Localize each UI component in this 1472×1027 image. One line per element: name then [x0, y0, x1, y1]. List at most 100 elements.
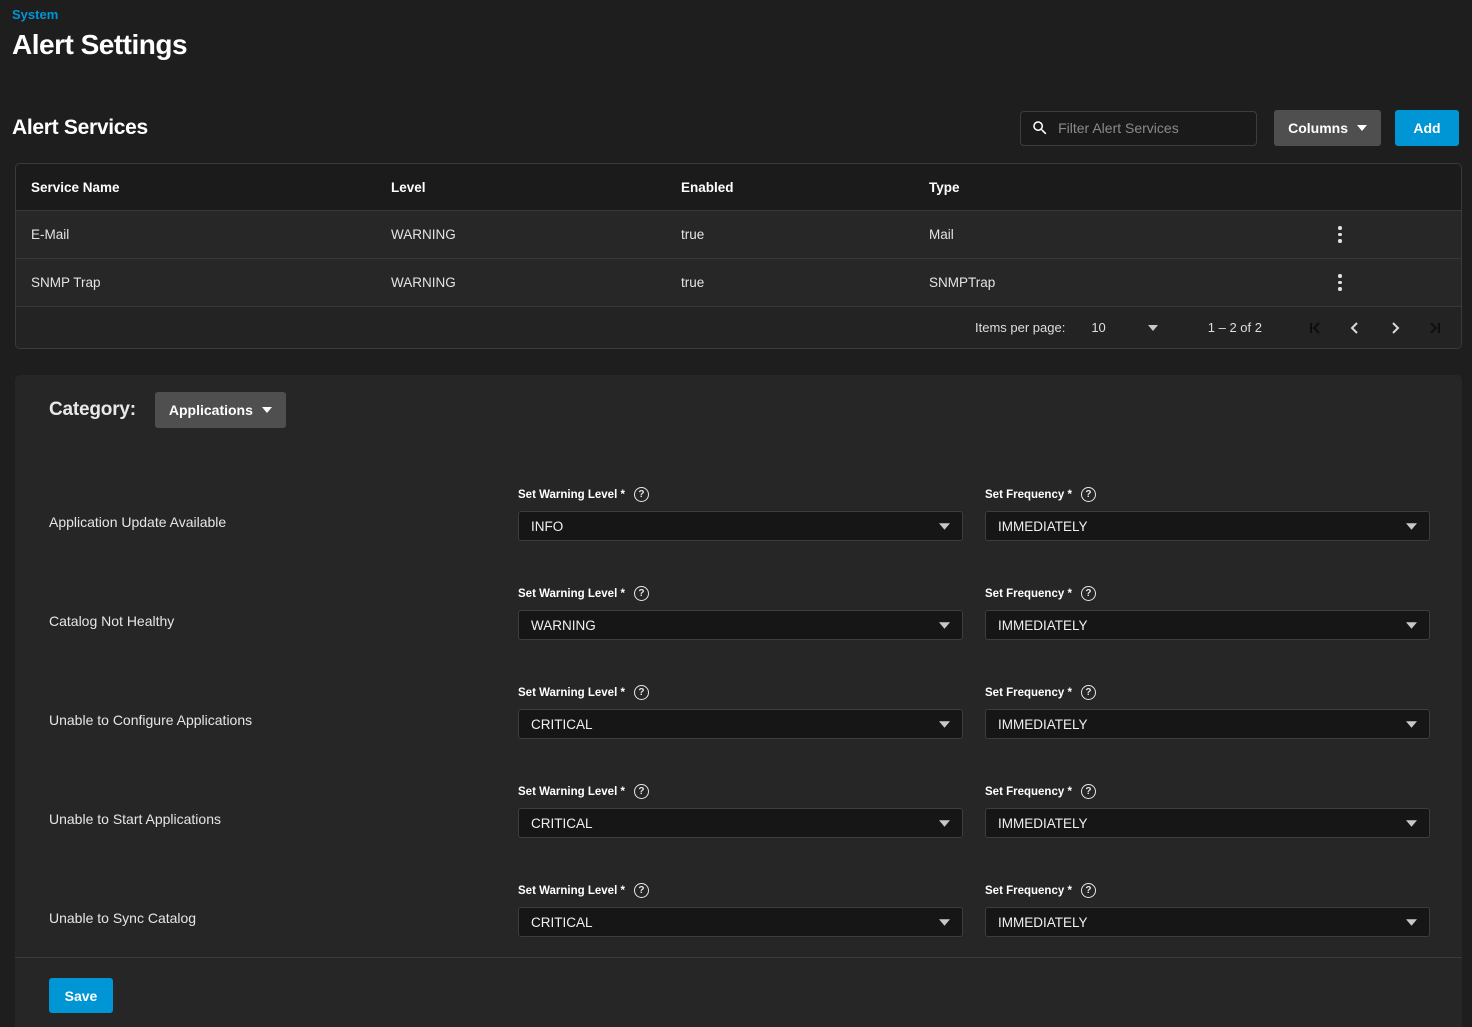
warning-level-value: INFO — [531, 519, 563, 534]
frequency-label: Set Frequency * — [985, 885, 1072, 897]
warning-level-select[interactable]: CRITICAL — [518, 709, 963, 739]
cell-enabled: true — [681, 275, 929, 290]
items-per-page-value[interactable]: 10 — [1091, 320, 1105, 335]
warning-level-value: CRITICAL — [531, 915, 593, 930]
help-icon[interactable]: ? — [1081, 487, 1096, 502]
warning-level-select[interactable]: INFO — [518, 511, 963, 541]
column-header-type[interactable]: Type — [929, 180, 1320, 195]
warning-level-value: WARNING — [531, 618, 596, 633]
page-header: System Alert Settings — [0, 0, 1472, 61]
column-header-level[interactable]: Level — [391, 180, 681, 195]
alert-name: Catalog Not Healthy — [49, 586, 518, 629]
chevron-down-icon — [1406, 721, 1417, 728]
warning-level-label: Set Warning Level * — [518, 786, 625, 798]
frequency-select[interactable]: IMMEDIATELY — [985, 907, 1430, 937]
cell-type: Mail — [929, 227, 1320, 242]
chevron-down-icon — [1406, 919, 1417, 926]
frequency-label: Set Frequency * — [985, 489, 1072, 501]
kebab-menu-icon[interactable] — [1328, 223, 1352, 247]
filter-alert-services-input[interactable] — [1058, 120, 1246, 136]
frequency-select[interactable]: IMMEDIATELY — [985, 709, 1430, 739]
chevron-down-icon — [1357, 125, 1367, 131]
column-header-enabled[interactable]: Enabled — [681, 180, 929, 195]
breadcrumb-system[interactable]: System — [12, 7, 58, 22]
table-header-row: Service Name Level Enabled Type — [16, 164, 1461, 211]
help-icon[interactable]: ? — [1081, 586, 1096, 601]
alert-services-heading: Alert Services — [12, 116, 1020, 140]
alert-name: Unable to Configure Applications — [49, 685, 518, 728]
alert-setting-row: Catalog Not Healthy Set Warning Level * … — [49, 586, 1430, 640]
frequency-label: Set Frequency * — [985, 786, 1072, 798]
alert-services-toolbar: Alert Services Columns Add — [12, 110, 1459, 146]
alert-setting-row: Unable to Configure Applications Set War… — [49, 685, 1430, 739]
help-icon[interactable]: ? — [1081, 883, 1096, 898]
frequency-label: Set Frequency * — [985, 588, 1072, 600]
alert-setting-row: Unable to Sync Catalog Set Warning Level… — [49, 883, 1430, 937]
chevron-down-icon — [1406, 622, 1417, 629]
chevron-down-icon — [939, 721, 950, 728]
help-icon[interactable]: ? — [634, 487, 649, 502]
warning-level-label: Set Warning Level * — [518, 489, 625, 501]
help-icon[interactable]: ? — [634, 685, 649, 700]
cell-level: WARNING — [391, 275, 681, 290]
cell-service-name: SNMP Trap — [31, 275, 391, 290]
cell-service-name: E-Mail — [31, 227, 391, 242]
items-per-page-label: Items per page: — [975, 320, 1065, 335]
table-row[interactable]: E-Mail WARNING true Mail — [16, 211, 1461, 259]
filter-alert-services-box[interactable] — [1020, 111, 1257, 146]
cell-level: WARNING — [391, 227, 681, 242]
warning-level-select[interactable]: CRITICAL — [518, 907, 963, 937]
category-label: Category: — [49, 399, 136, 421]
chevron-down-icon — [939, 622, 950, 629]
alert-name: Application Update Available — [49, 487, 518, 530]
alert-setting-row: Application Update Available Set Warning… — [49, 487, 1430, 541]
warning-level-select[interactable]: CRITICAL — [518, 808, 963, 838]
alert-setting-row: Unable to Start Applications Set Warning… — [49, 784, 1430, 838]
search-icon — [1031, 119, 1049, 137]
previous-page-icon[interactable] — [1335, 308, 1375, 348]
alert-services-table: Service Name Level Enabled Type E-Mail W… — [15, 163, 1462, 349]
save-button[interactable]: Save — [49, 978, 113, 1013]
help-icon[interactable]: ? — [634, 586, 649, 601]
frequency-value: IMMEDIATELY — [998, 816, 1088, 831]
help-icon[interactable]: ? — [1081, 784, 1096, 799]
frequency-value: IMMEDIATELY — [998, 618, 1088, 633]
help-icon[interactable]: ? — [634, 784, 649, 799]
category-select-value: Applications — [169, 402, 253, 418]
chevron-down-icon — [939, 820, 950, 827]
frequency-select[interactable]: IMMEDIATELY — [985, 808, 1430, 838]
last-page-icon[interactable] — [1415, 308, 1455, 348]
chevron-down-icon — [939, 523, 950, 530]
paginator-range-label: 1 – 2 of 2 — [1208, 320, 1262, 335]
category-select[interactable]: Applications — [155, 392, 286, 428]
paginator: Items per page: 10 1 – 2 of 2 — [16, 307, 1461, 348]
warning-level-value: CRITICAL — [531, 816, 593, 831]
items-per-page-caret-icon[interactable] — [1148, 325, 1158, 331]
help-icon[interactable]: ? — [634, 883, 649, 898]
warning-level-label: Set Warning Level * — [518, 885, 625, 897]
warning-level-label: Set Warning Level * — [518, 588, 625, 600]
table-row[interactable]: SNMP Trap WARNING true SNMPTrap — [16, 259, 1461, 307]
warning-level-label: Set Warning Level * — [518, 687, 625, 699]
alert-name: Unable to Start Applications — [49, 784, 518, 827]
warning-level-select[interactable]: WARNING — [518, 610, 963, 640]
help-icon[interactable]: ? — [1081, 685, 1096, 700]
kebab-menu-icon[interactable] — [1328, 271, 1352, 295]
next-page-icon[interactable] — [1375, 308, 1415, 348]
cell-type: SNMPTrap — [929, 275, 1320, 290]
chevron-down-icon — [1406, 820, 1417, 827]
column-header-service-name[interactable]: Service Name — [31, 180, 391, 195]
first-page-icon[interactable] — [1295, 308, 1335, 348]
alert-name: Unable to Sync Catalog — [49, 883, 518, 926]
frequency-value: IMMEDIATELY — [998, 717, 1088, 732]
frequency-select[interactable]: IMMEDIATELY — [985, 610, 1430, 640]
category-panel: Category: Applications Application Updat… — [15, 375, 1462, 1027]
frequency-select[interactable]: IMMEDIATELY — [985, 511, 1430, 541]
page-title: Alert Settings — [12, 29, 1456, 61]
chevron-down-icon — [939, 919, 950, 926]
chevron-down-icon — [262, 407, 272, 413]
frequency-value: IMMEDIATELY — [998, 519, 1088, 534]
columns-button[interactable]: Columns — [1274, 110, 1381, 146]
add-button[interactable]: Add — [1395, 110, 1459, 146]
frequency-label: Set Frequency * — [985, 687, 1072, 699]
